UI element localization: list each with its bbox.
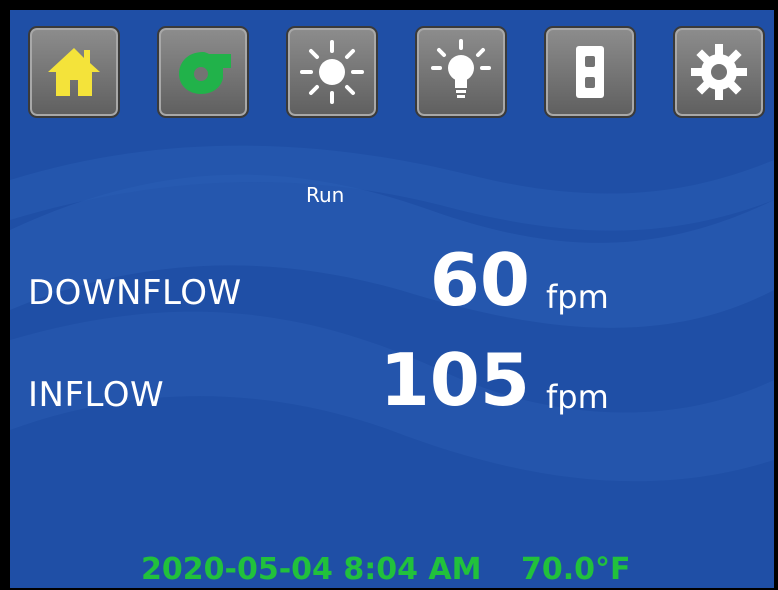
sun-icon [300,40,364,104]
display-screen: Run DOWNFLOW 60 fpm INFLOW 105 fpm 2020-… [10,10,774,588]
inflow-label: INFLOW [28,375,165,415]
outlet-button[interactable] [544,26,636,118]
downflow-label: DOWNFLOW [28,273,242,313]
datetime-text: 2020-05-04 8:04 AM [141,552,482,587]
settings-button[interactable] [673,26,765,118]
status-text: Run [306,183,345,207]
home-button[interactable] [28,26,120,118]
home-icon [48,48,100,96]
temperature-text: 70.0°F [521,552,631,587]
downflow-value: 60 [429,238,530,322]
uv-light-button[interactable] [286,26,378,118]
blower-button[interactable] [157,26,249,118]
outlet-icon [576,46,604,98]
gear-icon [691,44,747,100]
toolbar [28,26,765,126]
blower-icon [179,52,231,94]
light-button[interactable] [415,26,507,118]
inflow-value: 105 [379,338,530,422]
downflow-unit: fpm [546,278,609,316]
light-bulb-icon [431,39,491,98]
inflow-unit: fpm [546,378,609,416]
